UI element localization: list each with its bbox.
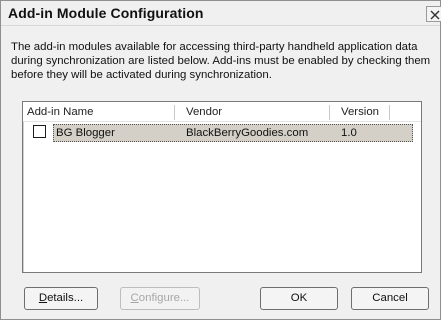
title-bar: Add-in Module Configuration xyxy=(1,1,441,26)
configure-button[interactable]: Configure... xyxy=(120,287,200,310)
add-in-config-dialog: Add-in Module Configuration The add-in m… xyxy=(0,0,441,320)
version-cell: 1.0 xyxy=(341,127,357,139)
add-in-name-cell: BG Blogger xyxy=(56,127,115,139)
ok-button[interactable]: OK xyxy=(260,287,338,310)
list-item[interactable]: BG Blogger BlackBerryGoodies.com 1.0 xyxy=(53,124,413,142)
dialog-title: Add-in Module Configuration xyxy=(8,5,204,21)
description-text: The add-in modules available for accessi… xyxy=(11,41,431,81)
close-button[interactable] xyxy=(426,6,441,22)
close-x-icon xyxy=(430,10,440,20)
configure-label: onfigure... xyxy=(138,292,190,304)
cancel-label: Cancel xyxy=(372,292,408,304)
add-in-enable-checkbox[interactable] xyxy=(33,125,46,138)
column-header-version[interactable]: Version xyxy=(341,106,379,118)
list-header: Add-in Name Vendor Version xyxy=(23,102,421,122)
configure-mnemonic: C xyxy=(130,292,139,304)
details-button[interactable]: Details... xyxy=(24,287,98,310)
details-mnemonic: D xyxy=(38,292,48,304)
column-header-vendor[interactable]: Vendor xyxy=(186,106,222,118)
cancel-button[interactable]: Cancel xyxy=(351,287,429,310)
add-in-list[interactable]: Add-in Name Vendor Version BG Blogger Bl… xyxy=(22,101,422,273)
column-header-add-in-name[interactable]: Add-in Name xyxy=(27,106,93,118)
vendor-cell: BlackBerryGoodies.com xyxy=(186,127,309,139)
column-divider[interactable] xyxy=(329,105,330,120)
column-divider[interactable] xyxy=(389,105,390,120)
details-label: etails... xyxy=(47,292,84,304)
column-divider[interactable] xyxy=(174,105,175,120)
ok-label: OK xyxy=(290,292,308,304)
